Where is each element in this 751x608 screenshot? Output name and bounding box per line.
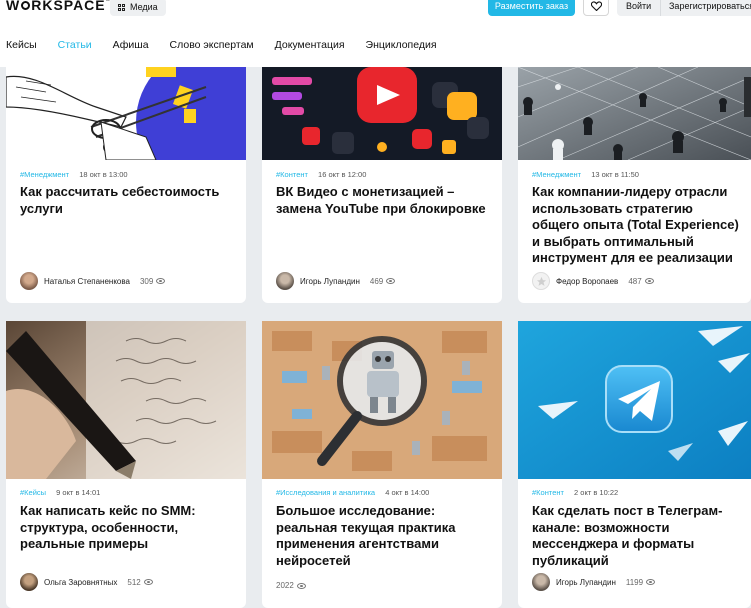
article-card[interactable]: #Исследования и аналитика 4 окт в 14:00 … [262,321,502,608]
category-tag[interactable]: #Менеджмент [532,170,581,179]
nav-docs[interactable]: Документация [275,39,345,51]
views-count: 512 [127,578,153,587]
register-button[interactable]: Зарегистрироваться [660,0,751,16]
heart-icon [590,1,602,11]
author-row: Федор Воропаев 487 [532,272,654,290]
date: 16 окт в 12:00 [318,170,367,179]
category-tag[interactable]: #Контент [532,488,564,497]
date: 13 окт в 11:50 [591,170,639,179]
avatar [276,272,294,290]
article-title[interactable]: Как компании-лидеру отрасли использовать… [532,184,741,267]
article-card[interactable]: #Менеджмент 18 окт в 13:00 Как рассчитат… [6,67,246,303]
login-button[interactable]: Войти [617,0,661,16]
views-count: 2022 [276,581,306,590]
avatar [20,573,38,591]
article-card[interactable]: #Менеджмент 13 окт в 11:50 Как компании-… [518,67,751,303]
date: 4 окт в 14:00 [385,488,430,497]
avatar [532,573,550,591]
date: 2 окт в 10:22 [574,488,619,497]
logo[interactable]: W RKSPACE® [6,0,111,13]
views-count: 469 [370,277,396,286]
article-title[interactable]: Как сделать пост в Телеграм-канале: возм… [532,503,741,569]
article-title[interactable]: Как рассчитать себестоимость услуги [20,184,236,217]
author-row: Игорь Лупандин 1199 [532,573,656,591]
article-title[interactable]: Большое исследование: реальная текущая п… [276,503,492,569]
favorites-button[interactable] [583,0,609,16]
article-card[interactable]: #Контент 2 окт в 10:22 Как сделать пост … [518,321,751,608]
main-nav: Кейсы Статьи Афиша Слово экспертам Докум… [6,39,458,51]
media-label: Медиа [130,2,158,12]
category-tag[interactable]: #Кейсы [20,488,46,497]
eye-icon [143,579,153,585]
views-count: 1199 [626,578,656,587]
article-image [6,67,246,160]
eye-icon [296,582,306,589]
article-image [6,321,246,479]
star-icon [536,276,546,286]
avatar [20,272,38,290]
article-meta: #Исследования и аналитика 4 окт в 14:00 [276,488,429,497]
views-count: 309 [140,277,166,286]
author-row: 2022 [276,581,306,590]
author-name[interactable]: Наталья Степаненкова [44,277,130,286]
post-order-button[interactable]: Разместить заказ [488,0,575,16]
author-row: Наталья Степаненкова 309 [20,272,166,290]
eye-icon [156,278,166,284]
nav-articles[interactable]: Статьи [58,39,92,51]
author-row: Ольга Заровнятных 512 [20,573,153,591]
author-name[interactable]: Игорь Лупандин [300,277,360,286]
top-bar: W RKSPACE® Медиа Разместить заказ Войти З… [0,0,751,67]
article-image [518,67,751,160]
category-tag[interactable]: #Менеджмент [20,170,69,179]
article-title[interactable]: ВК Видео с монетизацией – замена YouTube… [276,184,492,217]
avatar [532,272,550,290]
article-image [262,67,502,160]
eye-icon [386,278,396,284]
nav-encyclopedia[interactable]: Энциклопедия [366,39,437,51]
eye-icon [646,579,656,585]
date: 9 окт в 14:01 [56,488,101,497]
article-card[interactable]: #Контент 16 окт в 12:00 ВК Видео с монет… [262,67,502,303]
views-count: 487 [628,277,654,286]
article-meta: #Контент 2 окт в 10:22 [532,488,618,497]
article-image [518,321,751,479]
author-name[interactable]: Игорь Лупандин [556,578,616,587]
date: 18 окт в 13:00 [79,170,128,179]
article-title[interactable]: Как написать кейс по SMM: структура, осо… [20,503,236,553]
author-name[interactable]: Федор Воропаев [556,277,618,286]
author-name[interactable]: Ольга Заровнятных [44,578,117,587]
article-meta: #Кейсы 9 окт в 14:01 [20,488,100,497]
nav-events[interactable]: Афиша [113,39,149,51]
media-button[interactable]: Медиа [110,0,166,16]
category-tag[interactable]: #Исследования и аналитика [276,488,375,497]
category-tag[interactable]: #Контент [276,170,308,179]
article-image [262,321,502,479]
article-meta: #Менеджмент 18 окт в 13:00 [20,170,128,179]
nav-experts[interactable]: Слово экспертам [170,39,254,51]
article-meta: #Контент 16 окт в 12:00 [276,170,366,179]
article-meta: #Менеджмент 13 окт в 11:50 [532,170,639,179]
author-row: Игорь Лупандин 469 [276,272,396,290]
eye-icon [644,278,654,284]
article-card[interactable]: #Кейсы 9 окт в 14:01 Как написать кейс п… [6,321,246,608]
grid-icon [118,3,125,11]
nav-cases[interactable]: Кейсы [6,39,37,51]
